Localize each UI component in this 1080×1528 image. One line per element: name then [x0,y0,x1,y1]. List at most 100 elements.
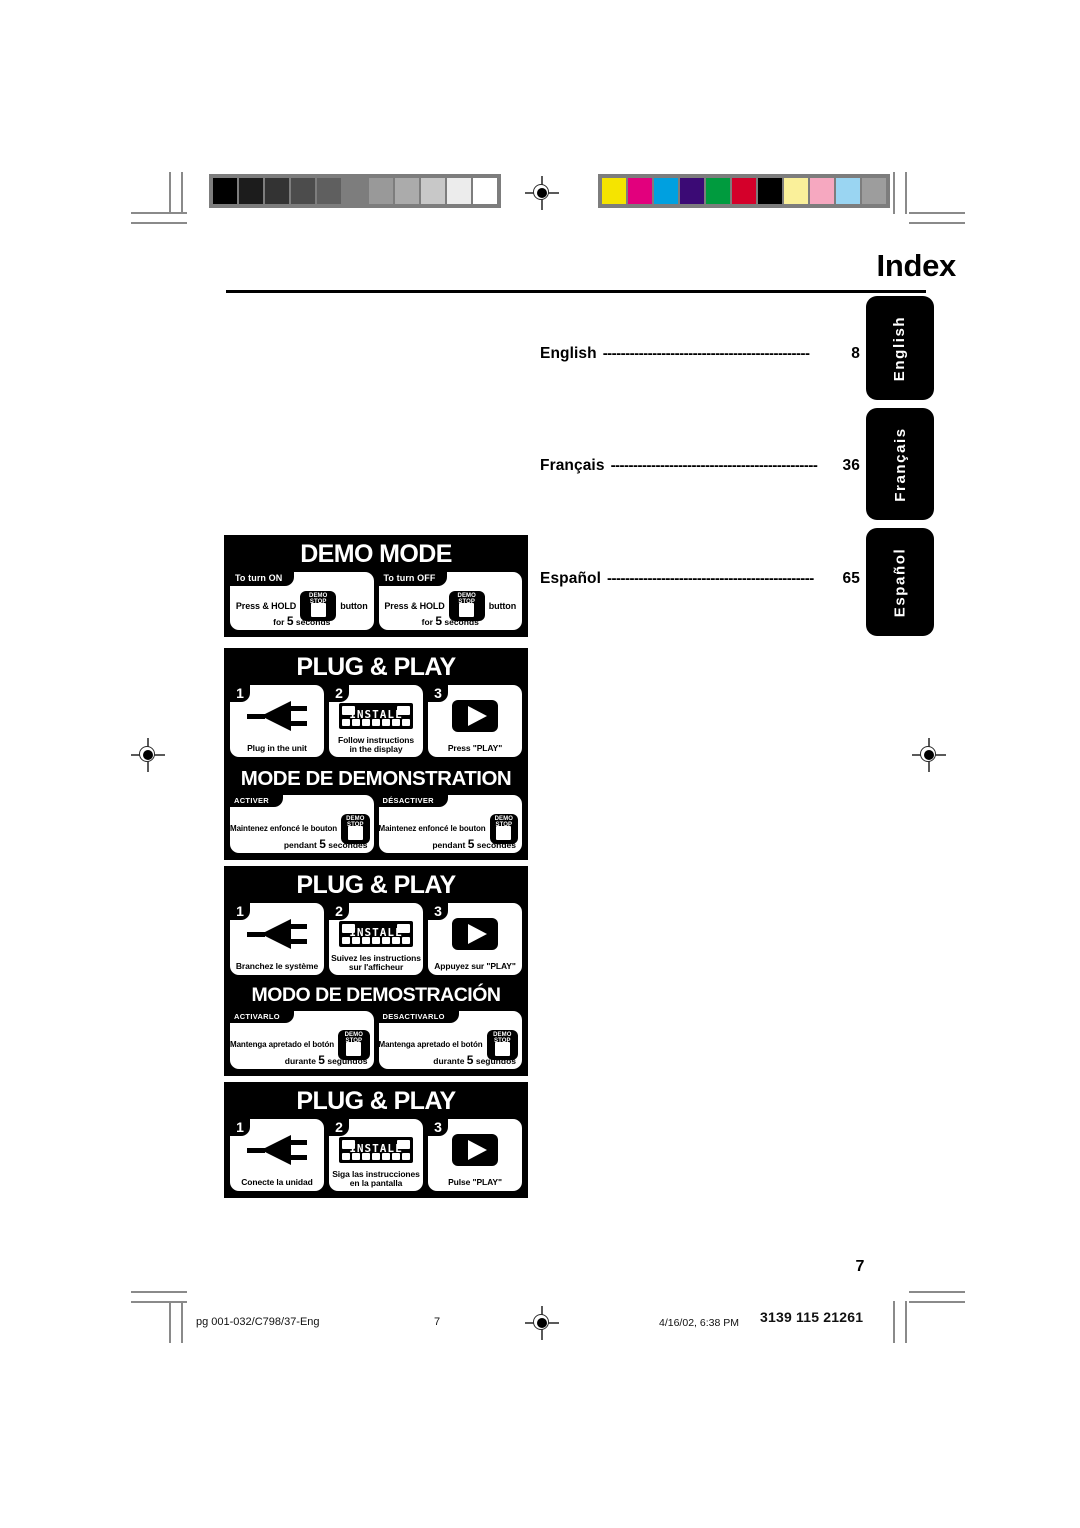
calibration-swatch-9 [836,178,860,204]
toc-leader-dots: ----------------------------------------… [607,571,814,586]
side-tab-francais[interactable]: Français [866,408,934,520]
calibration-swatch-3 [680,178,704,204]
demo-card-heading: ACTIVER [230,794,284,807]
step-caption: Branchez le système [235,961,319,972]
demo-duration: durante 5 segundos [433,1053,516,1067]
side-tab-label: Español [891,547,909,617]
toc-label: English [540,345,597,362]
lcd-display-icon: INSTALL [339,1137,413,1163]
demo-duration: pendant 5 secondes [432,837,516,851]
calibration-swatch-4 [706,178,730,204]
calibration-swatch-9 [447,178,471,204]
power-plug-icon [247,1135,307,1165]
toc-page-number: 65 [842,570,860,587]
demo-card-heading: To turn OFF [378,572,448,586]
demo-card-row: To turn ON Press & HOLD DEMO STOP button… [230,572,522,630]
demo-press-label: Press & HOLD [235,601,297,611]
page-title: Index [876,248,957,283]
demo-duration-pre: pendant [283,839,320,850]
plug-play-step-row: 1 Branchez le système 2 INSTALL Suivez l… [230,903,522,975]
plug-play-step: 3 Press "PLAY" [428,685,522,757]
demo-duration-number: 5 [286,614,294,628]
demo-card: To turn OFF Press & HOLD DEMO STOP butto… [378,572,522,630]
calibration-swatch-8 [810,178,834,204]
calibration-swatch-8 [421,178,445,204]
footer-document-code: 3139 115 21261 [760,1309,864,1325]
demo-duration-post: seconds [442,617,479,627]
calibration-swatch-5 [343,178,367,204]
calibration-swatch-2 [265,178,289,204]
plug-play-step: 1 Branchez le système [230,903,324,975]
panel-title: PLUG & PLAY [296,1087,456,1115]
step-caption: Plug in the unit [247,743,307,754]
calibration-swatch-6 [758,178,782,204]
toc-label: Français [540,457,605,474]
colour-calibration-bar [598,174,890,208]
plug-play-step: 2 INSTALL Suivez les instructions sur l'a… [329,903,423,975]
step-caption: Siga las instrucciones en la pantalla [332,1168,420,1189]
demo-duration-post: secondes [325,839,368,850]
greyscale-calibration-bar [209,174,501,208]
toc-page-number: 8 [851,345,860,362]
panel-plug-play-francais: PLUG & PLAY 1 Branchez le système 2 INST… [224,866,528,982]
calibration-swatch-3 [291,178,315,204]
panel-plug-play-english: PLUG & PLAY 1 Plug in the unit 2 INSTALL… [224,648,528,764]
folio-value: 7 [855,1258,865,1275]
demo-duration-pre: durante [284,1055,319,1066]
panel-title: DEMO MODE [300,540,452,568]
demo-card-heading: DÉSACTIVER [378,794,448,807]
demo-duration-number: 5 [318,1052,325,1067]
step-caption: Conecte la unidad [241,1177,313,1188]
toc-entry-espanol[interactable]: Español --------------------------------… [540,570,860,588]
side-tab-label: Français [891,426,909,502]
lcd-display-icon: INSTALL [339,921,413,947]
demo-card: ACTIVER Maintenez enfoncé le bouton DEMO… [230,794,374,853]
demo-stop-button-label: DEMO STOP [309,593,328,605]
demo-button-suffix: button [488,601,517,611]
plug-play-step: 3 Pulse "PLAY" [428,1119,522,1191]
panel-demo-mode-english: DEMO MODE To turn ON Press & HOLD DEMO S… [224,535,528,637]
demo-duration-number: 5 [319,836,326,851]
demo-button-suffix: button [340,601,368,611]
demo-press-label: Mantenga apretado el botón [378,1040,483,1049]
side-tab-espanol[interactable]: Español [866,528,934,636]
demo-card-row: ACTIVER Maintenez enfoncé le bouton DEMO… [230,794,522,853]
toc-leader-dots: ----------------------------------------… [602,346,810,361]
step-caption: Suivez les instructions sur l'afficheur [331,952,421,973]
play-button-icon [452,918,498,950]
toc-leader-dots: ----------------------------------------… [610,458,818,473]
panel-demo-mode-espanol: MODO DE DEMOSTRACIÓN ACTIVARLO Mantenga … [224,979,528,1076]
demo-press-label: Press & HOLD [384,601,445,611]
demo-duration-pre: pendant [432,839,468,850]
demo-stop-button-label: DEMO STOP [457,593,476,605]
demo-stop-button-label: DEMO STOP [346,815,365,828]
demo-duration: for 5 seconds [230,614,374,628]
demo-card: To turn ON Press & HOLD DEMO STOP button… [230,572,374,630]
calibration-swatch-4 [317,178,341,204]
registration-mark-right [912,738,946,772]
play-button-icon [452,700,498,732]
demo-duration-pre: durante [433,1055,467,1066]
demo-duration-post: segundos [473,1055,516,1066]
calibration-swatch-1 [239,178,263,204]
title-rule [226,290,926,293]
calibration-swatch-1 [628,178,652,204]
demo-card: ACTIVARLO Mantenga apretado el botón DEM… [230,1010,374,1069]
demo-card-heading: To turn ON [230,572,295,586]
toc-entry-francais[interactable]: Français -------------------------------… [540,457,860,475]
demo-duration-pre: for [421,617,436,627]
play-button-icon [452,1134,498,1166]
panel-title: PLUG & PLAY [296,653,456,681]
registration-mark-top [525,176,559,210]
demo-duration: pendant 5 secondes [284,837,368,851]
side-tab-english[interactable]: English [866,296,934,400]
demo-stop-button-label: DEMO STOP [494,815,513,828]
panel-title: PLUG & PLAY [296,871,456,899]
demo-duration-pre: for [273,617,287,627]
panel-title: MODO DE DEMOSTRACIÓN [251,984,501,1006]
toc-entry-english[interactable]: English --------------------------------… [540,345,860,363]
demo-card: DESACTIVARLO Mantenga apretado el botón … [378,1010,522,1069]
calibration-swatch-10 [473,178,497,204]
calibration-swatch-0 [213,178,237,204]
step-caption: Press "PLAY" [447,743,503,754]
